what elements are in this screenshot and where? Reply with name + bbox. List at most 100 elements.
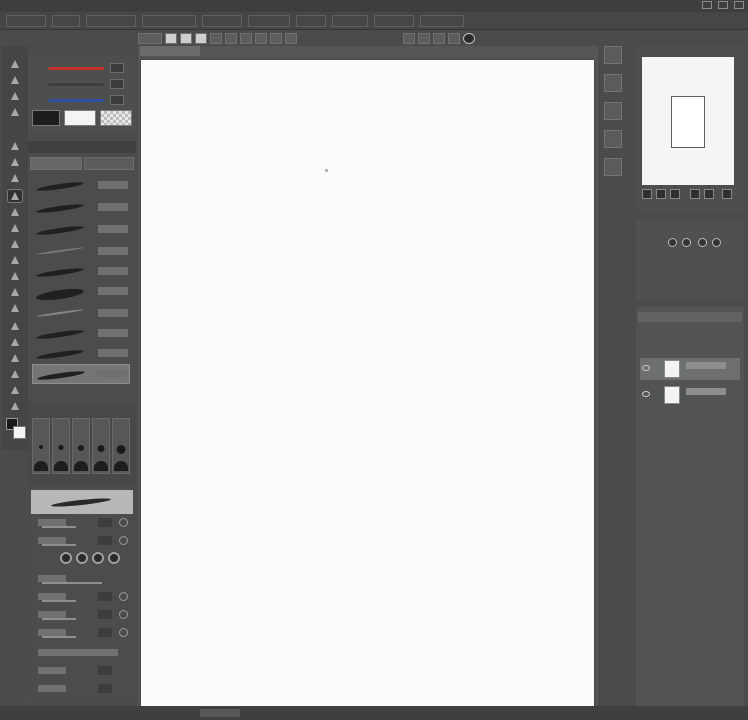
menu-file[interactable] (6, 15, 46, 27)
panel-toggle-icon[interactable] (604, 130, 622, 148)
property-row[interactable] (36, 664, 130, 678)
frame-tool-icon[interactable] (8, 352, 22, 364)
property-row[interactable] (36, 608, 130, 622)
operation-tool-icon[interactable] (8, 90, 22, 102)
panel-toggle-icon[interactable] (604, 102, 622, 120)
property-row[interactable] (36, 534, 130, 548)
menu-layer[interactable] (202, 15, 242, 27)
move-layer-tool-icon[interactable] (8, 106, 22, 118)
blue-slider[interactable] (32, 94, 132, 106)
maximize-button[interactable] (718, 1, 728, 9)
menu-view[interactable] (296, 15, 326, 27)
brush-item[interactable] (32, 220, 130, 240)
zoom-readout[interactable] (200, 709, 240, 717)
brush-item[interactable] (32, 344, 130, 364)
ruler-icon[interactable] (418, 32, 430, 44)
fill-tool-icon[interactable] (8, 302, 22, 314)
brush-item[interactable] (32, 198, 130, 218)
print-icon[interactable] (448, 32, 460, 44)
zoom-out-icon[interactable] (642, 189, 652, 199)
blend-tool-icon[interactable] (8, 286, 22, 298)
panel-toggle-icon[interactable] (604, 46, 622, 64)
text-tool-icon[interactable] (8, 384, 22, 396)
eyedropper-tool-icon[interactable] (8, 172, 22, 184)
crop-icon[interactable] (285, 32, 297, 44)
tab-marker[interactable] (84, 157, 134, 170)
property-row[interactable] (36, 572, 130, 586)
fit-icon[interactable] (670, 189, 680, 199)
brush-shape-button[interactable] (92, 552, 104, 564)
visibility-icon[interactable] (642, 365, 650, 371)
size-preset[interactable] (72, 418, 90, 474)
property-row[interactable] (36, 646, 130, 660)
menu-animation[interactable] (142, 15, 196, 27)
layer-row[interactable] (640, 358, 740, 380)
property-row[interactable] (36, 516, 130, 530)
menu-page-management[interactable] (86, 15, 136, 27)
auto-select-tool-icon[interactable] (8, 156, 22, 168)
airbrush-tool-icon[interactable] (8, 238, 22, 250)
size-preset[interactable] (52, 418, 70, 474)
selection-tool-icon[interactable] (8, 140, 22, 152)
brush-shape-button[interactable] (60, 552, 72, 564)
green-slider[interactable] (32, 78, 132, 90)
document-tab[interactable] (140, 46, 200, 56)
ruler-tool-icon[interactable] (8, 368, 22, 380)
grid-icon[interactable] (433, 32, 445, 44)
property-row[interactable] (36, 590, 130, 604)
brush-item[interactable] (32, 282, 130, 303)
size-preset[interactable] (32, 418, 50, 474)
rotate-left-icon[interactable] (690, 189, 700, 199)
close-button[interactable] (734, 1, 744, 9)
brush-shape-button[interactable] (76, 552, 88, 564)
zoom-tool-icon[interactable] (8, 58, 22, 70)
figure-tool-icon[interactable] (8, 336, 22, 348)
effect-icon[interactable] (698, 238, 707, 247)
menu-filter[interactable] (332, 15, 368, 27)
size-preset[interactable] (92, 418, 110, 474)
layer-blend-bar[interactable] (638, 312, 742, 322)
red-slider[interactable] (32, 62, 132, 74)
main-color-chip[interactable] (32, 110, 60, 126)
brush-item[interactable] (32, 242, 130, 262)
menu-help[interactable] (420, 15, 464, 27)
fill-icon[interactable] (270, 32, 282, 44)
property-row[interactable] (36, 682, 130, 696)
undo-icon[interactable] (210, 32, 222, 44)
zoom-in-icon[interactable] (656, 189, 666, 199)
brush-shape-button[interactable] (108, 552, 120, 564)
minimize-button[interactable] (702, 1, 712, 9)
panel-toggle-icon[interactable] (604, 74, 622, 92)
sub-color-chip[interactable] (64, 110, 96, 126)
layer-row[interactable] (640, 384, 740, 406)
info-icon[interactable] (463, 32, 475, 44)
save-icon[interactable] (195, 32, 207, 44)
brush-item[interactable] (32, 262, 130, 282)
eraser-tool-icon[interactable] (8, 270, 22, 282)
clear-icon[interactable] (255, 32, 267, 44)
pencil-tool-icon[interactable] (8, 206, 22, 218)
menu-edit[interactable] (52, 15, 80, 27)
visibility-icon[interactable] (642, 391, 650, 397)
panel-toggle-icon[interactable] (604, 158, 622, 176)
new-file-icon[interactable] (165, 32, 177, 44)
gradient-tool-icon[interactable] (8, 320, 22, 332)
size-preset[interactable] (112, 418, 130, 474)
tab-pen[interactable] (30, 157, 82, 170)
balloon-tool-icon[interactable] (8, 400, 22, 412)
settings-icon[interactable] (240, 32, 252, 44)
brush-item[interactable] (32, 364, 130, 384)
sub-color-swatch[interactable] (13, 426, 26, 439)
effect-icon[interactable] (682, 238, 691, 247)
snap-icon[interactable] (403, 32, 415, 44)
rotate-right-icon[interactable] (704, 189, 714, 199)
brush-item[interactable] (32, 176, 130, 196)
brush-item[interactable] (32, 324, 130, 344)
pen-tool-icon[interactable] (7, 189, 23, 203)
menu-selection[interactable] (248, 15, 290, 27)
brush-item[interactable] (32, 304, 130, 324)
effect-icon[interactable] (712, 238, 721, 247)
transparent-color-chip[interactable] (100, 110, 132, 126)
canvas-paper[interactable] (141, 60, 594, 710)
effect-icon[interactable] (668, 238, 677, 247)
